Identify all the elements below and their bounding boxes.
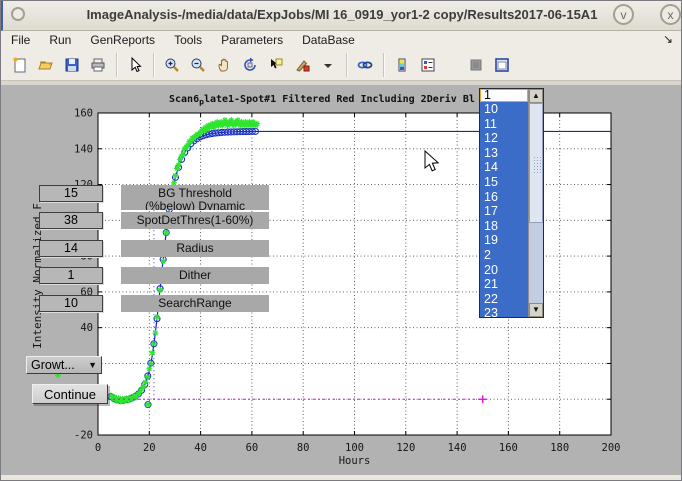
bg-threshold-input[interactable]: 15 bbox=[39, 185, 103, 202]
colorbar-icon[interactable] bbox=[389, 52, 415, 78]
list-item-11[interactable]: 11 bbox=[480, 117, 528, 132]
list-item-12[interactable]: 12 bbox=[480, 131, 528, 146]
dock-window-icon[interactable] bbox=[489, 52, 515, 78]
legend-icon[interactable] bbox=[415, 52, 441, 78]
list-item-10[interactable]: 10 bbox=[480, 102, 528, 117]
window-title: ImageAnalysis-/media/data/ExpJobs/MI 16_… bbox=[3, 7, 681, 22]
data-cursor-icon[interactable] bbox=[263, 52, 289, 78]
radius-input[interactable]: 14 bbox=[39, 240, 103, 257]
app-window: ImageAnalysis-/media/data/ExpJobs/MI 16_… bbox=[0, 0, 682, 481]
print-icon[interactable] bbox=[85, 52, 111, 78]
list-item-20[interactable]: 20 bbox=[480, 263, 528, 278]
close-window-icon[interactable]: x bbox=[660, 4, 681, 25]
rotate-3d-icon[interactable] bbox=[237, 52, 263, 78]
link-plots-icon[interactable] bbox=[352, 52, 378, 78]
shade-window-icon[interactable]: v bbox=[613, 4, 634, 25]
chevron-down-icon: ▼ bbox=[88, 360, 97, 370]
scroll-up-icon[interactable]: ▲ bbox=[529, 89, 543, 103]
list-item-15[interactable]: 15 bbox=[480, 175, 528, 190]
title-bar: ImageAnalysis-/media/data/ExpJobs/MI 16_… bbox=[1, 1, 681, 31]
brush-icon[interactable] bbox=[289, 52, 315, 78]
list-item-17[interactable]: 17 bbox=[480, 204, 528, 219]
list-item-21[interactable]: 21 bbox=[480, 277, 528, 292]
searchrange-input[interactable]: 10 bbox=[39, 295, 103, 312]
save-icon[interactable] bbox=[59, 52, 85, 78]
menu-item-parameters[interactable]: Parameters bbox=[221, 33, 283, 47]
list-item-22[interactable]: 22 bbox=[480, 292, 528, 307]
listbox-items: 110111213141516171819220212223 bbox=[480, 89, 528, 317]
toolbar bbox=[1, 49, 681, 81]
toolbar-separator bbox=[383, 53, 384, 77]
spotdetthres-label: SpotDetThres(1-60%) bbox=[121, 212, 269, 229]
list-item-18[interactable]: 18 bbox=[480, 219, 528, 234]
menu-item-run[interactable]: Run bbox=[49, 33, 71, 47]
list-item-23[interactable]: 23 bbox=[480, 306, 528, 317]
searchrange-label: SearchRange bbox=[121, 295, 269, 312]
dither-input[interactable]: 1 bbox=[39, 267, 103, 284]
figure-background bbox=[1, 85, 682, 475]
continue-button[interactable]: Continue bbox=[32, 384, 108, 404]
zoom-out-icon[interactable] bbox=[185, 52, 211, 78]
list-item-14[interactable]: 14 bbox=[480, 160, 528, 175]
toolbar-separator bbox=[116, 53, 117, 77]
pan-hand-icon[interactable] bbox=[211, 52, 237, 78]
brush-dropdown-icon[interactable] bbox=[315, 52, 341, 78]
menu-item-database[interactable]: DataBase bbox=[302, 33, 355, 47]
scroll-down-icon[interactable]: ▼ bbox=[529, 303, 543, 317]
list-item-1[interactable]: 1 bbox=[480, 89, 528, 102]
list-item-16[interactable]: 16 bbox=[480, 190, 528, 205]
menu-item-tools[interactable]: Tools bbox=[174, 33, 202, 47]
menu-item-file[interactable]: File bbox=[11, 33, 30, 47]
menu-item-genreports[interactable]: GenReports bbox=[90, 33, 155, 47]
spot-number-listbox[interactable]: 110111213141516171819220212223 ▲ ▼ bbox=[479, 88, 544, 318]
menu-bar: File Run GenReports Tools Parameters DataBase… bbox=[1, 31, 681, 49]
scrollbar-grip bbox=[533, 156, 541, 174]
list-item-13[interactable]: 13 bbox=[480, 146, 528, 161]
listbox-scrollbar[interactable]: ▲ ▼ bbox=[528, 89, 543, 317]
scrollbar-track[interactable] bbox=[529, 103, 543, 303]
scrollbar-thumb[interactable] bbox=[529, 103, 543, 223]
menu-overflow-icon[interactable]: ↘ bbox=[663, 32, 673, 46]
pointer-icon[interactable] bbox=[122, 52, 148, 78]
toolbar-separator bbox=[346, 53, 347, 77]
window-bottom-border bbox=[1, 475, 681, 481]
list-item-19[interactable]: 19 bbox=[480, 233, 528, 248]
open-folder-icon[interactable] bbox=[33, 52, 59, 78]
growth-model-label: Growt... bbox=[31, 358, 75, 372]
list-item-2[interactable]: 2 bbox=[480, 248, 528, 263]
dither-label: Dither bbox=[121, 267, 269, 284]
new-file-icon[interactable] bbox=[7, 52, 33, 78]
growth-model-dropdown[interactable]: Growt... ▼ bbox=[26, 356, 102, 374]
radius-label: Radius bbox=[121, 240, 269, 257]
disabled-square-icon[interactable] bbox=[463, 52, 489, 78]
spotdetthres-input[interactable]: 38 bbox=[39, 212, 103, 229]
toolbar-separator bbox=[153, 53, 154, 77]
bg-threshold-label: BG Threshold(%below) Dynamic bbox=[121, 185, 269, 210]
zoom-in-icon[interactable] bbox=[159, 52, 185, 78]
